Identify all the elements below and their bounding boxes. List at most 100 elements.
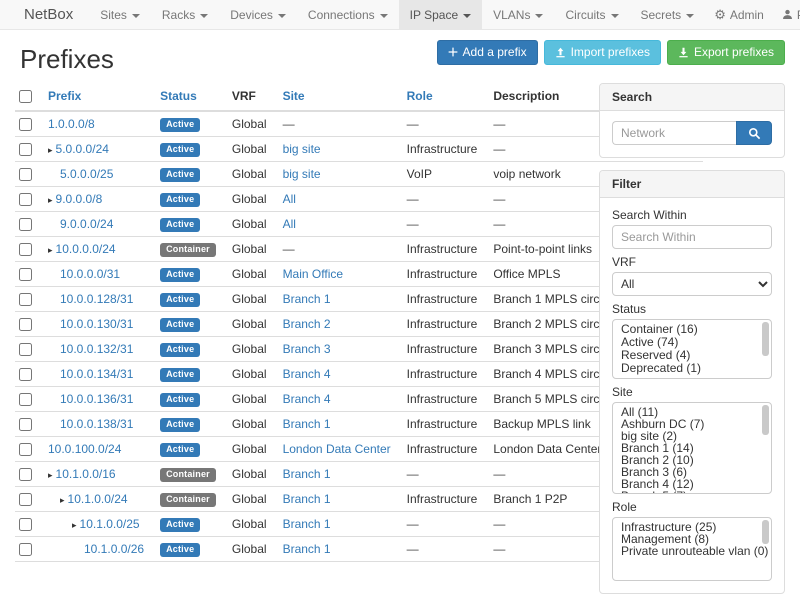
- site-link[interactable]: Branch 1: [283, 542, 331, 556]
- nav-item-admin[interactable]: ⚙ Admin: [705, 0, 773, 29]
- row-checkbox[interactable]: [19, 543, 32, 556]
- nav-item-vlans[interactable]: VLANs: [482, 0, 554, 29]
- site-link[interactable]: Branch 1: [283, 292, 331, 306]
- role-value: Infrastructure: [407, 317, 478, 331]
- site-link[interactable]: Branch 1: [283, 417, 331, 431]
- prefix-link[interactable]: 10.1.0.0/16: [56, 467, 116, 481]
- import-prefixes-button[interactable]: Import prefixes: [544, 40, 661, 65]
- role-value: Infrastructure: [407, 242, 478, 256]
- brand-logo[interactable]: NetBox: [24, 0, 73, 29]
- site-link[interactable]: All: [283, 217, 296, 231]
- row-checkbox[interactable]: [19, 318, 32, 331]
- nav-item-profile[interactable]: Profile: [773, 0, 800, 29]
- role-filter-listbox[interactable]: Infrastructure (25)Management (8)Private…: [612, 517, 772, 581]
- search-button[interactable]: [736, 121, 772, 145]
- search-input[interactable]: [612, 121, 736, 145]
- prefix-link[interactable]: 10.0.100.0/24: [48, 442, 121, 456]
- prefix-link[interactable]: 1.0.0.0/8: [48, 117, 95, 131]
- nav-item-connections[interactable]: Connections: [297, 0, 399, 29]
- nav-item-racks[interactable]: Racks: [151, 0, 219, 29]
- role-value: Infrastructure: [407, 342, 478, 356]
- nav-item-secrets[interactable]: Secrets: [630, 0, 706, 29]
- row-checkbox[interactable]: [19, 518, 32, 531]
- prefix-link[interactable]: 9.0.0.0/8: [56, 192, 103, 206]
- prefix-link[interactable]: 10.0.0.130/31: [60, 317, 133, 331]
- status-badge: Active: [160, 318, 200, 332]
- site-link[interactable]: All: [283, 192, 296, 206]
- vrf-value: Global: [232, 117, 267, 131]
- nav-item-ip-space[interactable]: IP Space: [399, 0, 482, 29]
- description-value: —: [493, 467, 505, 481]
- nav-item-circuits[interactable]: Circuits: [554, 0, 629, 29]
- row-checkbox[interactable]: [19, 468, 32, 481]
- site-link[interactable]: big site: [283, 167, 321, 181]
- vrf-select[interactable]: All: [612, 272, 772, 296]
- select-all-checkbox[interactable]: [19, 90, 32, 103]
- nav-item-sites[interactable]: Sites: [89, 0, 151, 29]
- row-checkbox[interactable]: [19, 368, 32, 381]
- filter-option[interactable]: Deprecated (1): [613, 362, 771, 375]
- scrollbar-thumb[interactable]: [762, 405, 769, 435]
- site-link[interactable]: Branch 4: [283, 392, 331, 406]
- row-checkbox[interactable]: [19, 118, 32, 131]
- prefix-link[interactable]: 10.0.0.128/31: [60, 292, 133, 306]
- caret-down-icon: [200, 14, 208, 18]
- add-prefix-button[interactable]: Add a prefix: [437, 40, 538, 65]
- prefix-link[interactable]: 10.1.0.0/25: [80, 517, 140, 531]
- column-header-role[interactable]: Role: [399, 83, 486, 111]
- site-link[interactable]: London Data Center: [283, 442, 391, 456]
- row-checkbox[interactable]: [19, 218, 32, 231]
- site-link[interactable]: Main Office: [283, 267, 343, 281]
- column-header-site[interactable]: Site: [275, 83, 399, 111]
- column-header-prefix[interactable]: Prefix: [40, 83, 152, 111]
- expand-children-icon: ▸: [48, 145, 53, 155]
- row-checkbox[interactable]: [19, 393, 32, 406]
- search-within-input[interactable]: [612, 225, 772, 249]
- site-link[interactable]: Branch 1: [283, 517, 331, 531]
- row-checkbox[interactable]: [19, 168, 32, 181]
- row-checkbox[interactable]: [19, 193, 32, 206]
- prefix-link[interactable]: 10.0.0.0/24: [56, 242, 116, 256]
- scrollbar-thumb[interactable]: [762, 322, 769, 356]
- column-header-status[interactable]: Status: [152, 83, 224, 111]
- filter-option[interactable]: Management (8): [613, 533, 771, 545]
- site-link[interactable]: Branch 4: [283, 367, 331, 381]
- site-link[interactable]: Branch 3: [283, 342, 331, 356]
- prefix-link[interactable]: 10.0.0.132/31: [60, 342, 133, 356]
- site-link[interactable]: big site: [283, 142, 321, 156]
- prefix-link[interactable]: 10.0.0.136/31: [60, 392, 133, 406]
- prefix-link[interactable]: 5.0.0.0/24: [56, 142, 109, 156]
- status-badge: Active: [160, 193, 200, 207]
- status-filter-listbox[interactable]: Container (16)Active (74)Reserved (4)Dep…: [612, 319, 772, 379]
- site-filter-listbox[interactable]: All (11)Ashburn DC (7)big site (2)Branch…: [612, 402, 772, 494]
- description-value: Branch 1 P2P: [493, 492, 567, 506]
- prefix-link[interactable]: 10.0.0.134/31: [60, 367, 133, 381]
- row-checkbox[interactable]: [19, 343, 32, 356]
- site-link[interactable]: Branch 2: [283, 317, 331, 331]
- filter-option[interactable]: Private unrouteable vlan (0): [613, 545, 771, 557]
- user-icon: [782, 9, 793, 20]
- row-checkbox[interactable]: [19, 293, 32, 306]
- nav-item-devices[interactable]: Devices: [219, 0, 297, 29]
- row-checkbox[interactable]: [19, 493, 32, 506]
- row-checkbox[interactable]: [19, 418, 32, 431]
- prefix-link[interactable]: 9.0.0.0/24: [60, 217, 113, 231]
- filter-option[interactable]: Infrastructure (25): [613, 521, 771, 533]
- tree-indent: [48, 352, 60, 353]
- prefix-link[interactable]: 10.0.0.138/31: [60, 417, 133, 431]
- site-link[interactable]: Branch 1: [283, 492, 331, 506]
- import-icon: [555, 47, 566, 58]
- export-prefixes-button[interactable]: Export prefixes: [667, 40, 785, 65]
- row-checkbox[interactable]: [19, 143, 32, 156]
- row-checkbox[interactable]: [19, 443, 32, 456]
- scrollbar-thumb[interactable]: [762, 520, 769, 544]
- site-link[interactable]: Branch 1: [283, 467, 331, 481]
- prefix-link[interactable]: 10.1.0.0/26: [84, 542, 144, 556]
- row-checkbox[interactable]: [19, 268, 32, 281]
- row-checkbox[interactable]: [19, 243, 32, 256]
- prefix-link[interactable]: 10.0.0.0/31: [60, 267, 120, 281]
- prefix-link[interactable]: 10.1.0.0/24: [68, 492, 128, 506]
- export-icon: [678, 47, 689, 58]
- prefix-link[interactable]: 5.0.0.0/25: [60, 167, 113, 181]
- site-value: —: [283, 117, 295, 131]
